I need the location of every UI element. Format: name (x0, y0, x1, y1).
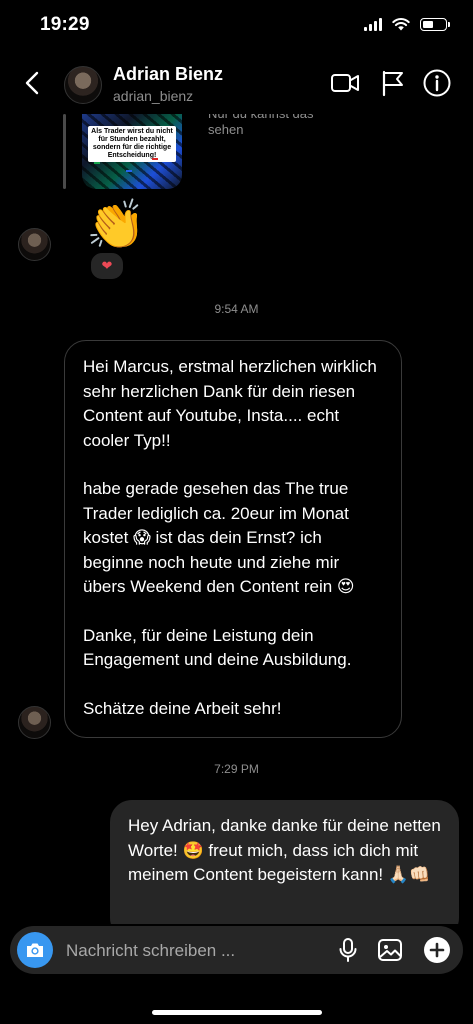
message-input[interactable] (64, 936, 268, 966)
timestamp: 7:29 PM (214, 762, 259, 776)
battery-icon (420, 17, 450, 31)
contact-name[interactable]: Adrian Bienz (113, 64, 223, 85)
contact-username[interactable]: adrian_bienz (113, 88, 193, 104)
sender-avatar[interactable] (18, 706, 51, 739)
home-indicator (152, 1010, 322, 1015)
story-reply-bar (63, 114, 66, 189)
timestamp: 9:54 AM (214, 302, 259, 316)
chat-header: Adrian Bienz adrian_bienz (0, 52, 473, 114)
message-composer (10, 926, 463, 974)
message-paragraph: Danke, für deine Leistung dein Engagemen… (83, 625, 352, 670)
status-time: 19:29 (40, 14, 90, 35)
story-decoration (152, 158, 158, 160)
heart-icon: ❤ (101, 258, 113, 273)
video-call-icon[interactable] (330, 68, 360, 98)
camera-icon (27, 943, 43, 957)
story-caption: Als Trader wirst du nicht für Stunden be… (88, 126, 176, 162)
add-icon[interactable] (423, 936, 451, 964)
incoming-message-bubble[interactable]: Hei Marcus, erstmal herzlichen wirklich … (64, 340, 402, 738)
outgoing-message-bubble[interactable]: Hey Adrian, danke danke für deine netten… (110, 800, 459, 924)
microphone-icon[interactable] (334, 936, 362, 964)
info-icon[interactable] (422, 68, 452, 98)
clap-sticker[interactable]: 👏 (86, 198, 146, 254)
sender-avatar[interactable] (18, 228, 51, 261)
message-paragraph: habe gerade gesehen das The true Trader … (83, 479, 355, 596)
wifi-icon (392, 18, 410, 31)
header-avatar[interactable] (64, 66, 102, 104)
status-bar: 19:29 (0, 0, 473, 52)
signal-icon (364, 17, 382, 31)
story-decoration (126, 170, 132, 172)
message-thread[interactable]: Als Trader wirst du nicht für Stunden be… (0, 114, 473, 924)
gallery-icon[interactable] (376, 936, 404, 964)
status-icons (364, 17, 450, 31)
story-decoration (94, 162, 100, 164)
camera-button[interactable] (17, 932, 53, 968)
heart-reaction[interactable]: ❤ (89, 251, 125, 281)
back-arrow-icon[interactable] (20, 70, 46, 96)
message-text: Hey Adrian, danke danke für deine netten… (128, 816, 441, 884)
story-visibility-note: Nur du kannst das sehen (208, 114, 314, 137)
message-paragraph: Hei Marcus, erstmal herzlichen wirklich … (83, 357, 382, 450)
story-thumbnail[interactable]: Als Trader wirst du nicht für Stunden be… (82, 114, 182, 189)
message-paragraph: Schätze deine Arbeit sehr! (83, 698, 282, 718)
battery-fill (423, 20, 433, 28)
flag-icon[interactable] (378, 68, 408, 98)
